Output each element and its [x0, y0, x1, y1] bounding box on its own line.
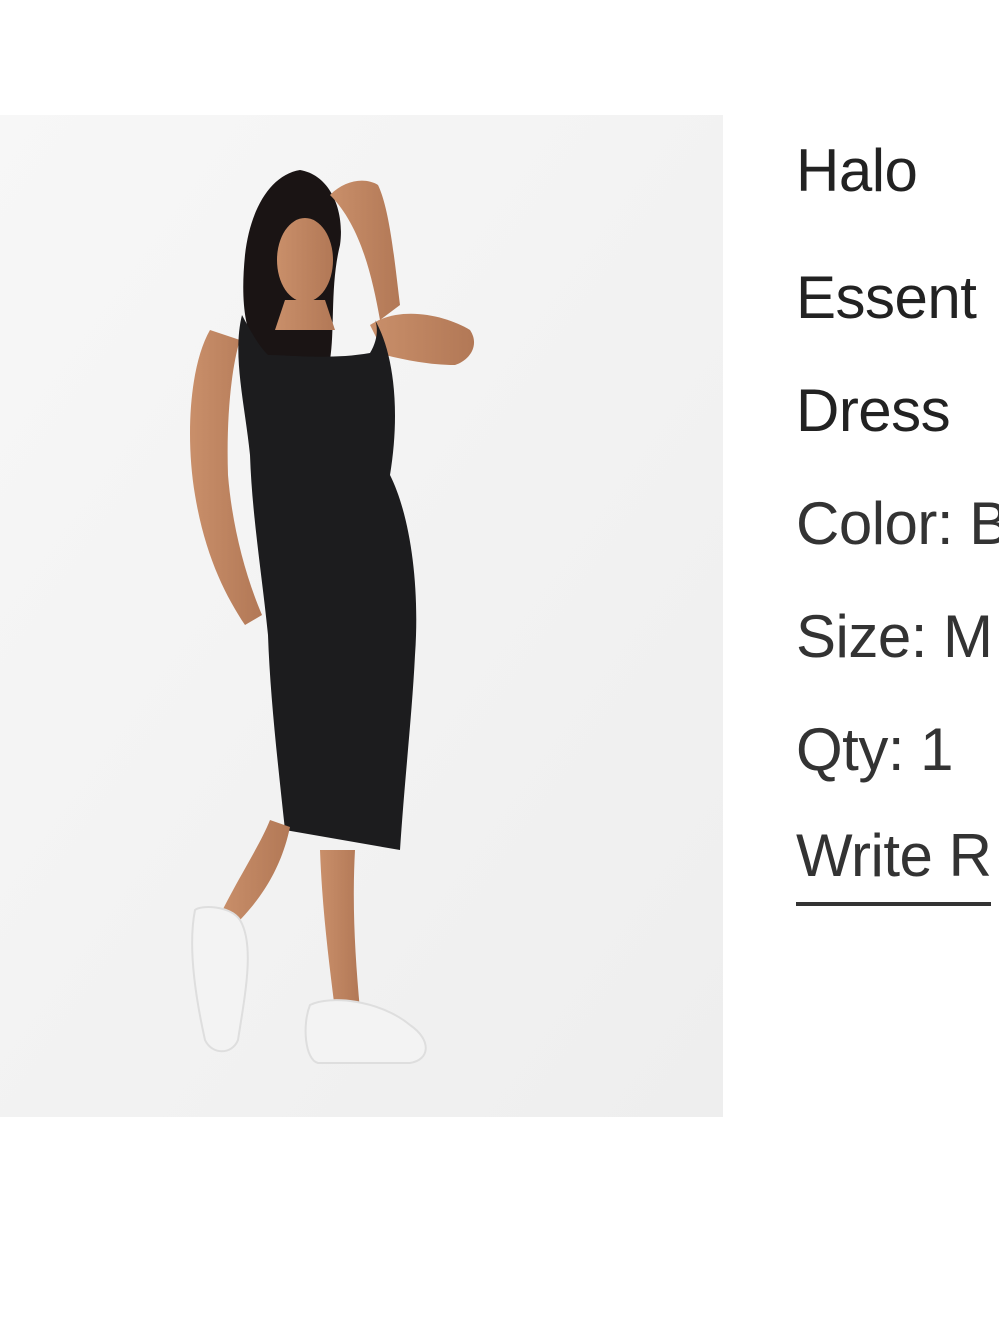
product-color: Color: B: [796, 490, 999, 557]
product-quantity: Qty: 1: [796, 716, 954, 783]
product-details: Halo Essent Dress Color: B Size: M Qty: …: [796, 128, 999, 906]
product-size: Size: M: [796, 603, 993, 670]
product-title-line-2: Essent: [796, 264, 977, 331]
product-image[interactable]: [0, 115, 723, 1117]
product-title-line-3: Dress: [796, 377, 951, 444]
write-review-link[interactable]: Write R: [796, 820, 992, 906]
product-title-line-1: Halo: [796, 137, 918, 204]
model-black-dress-photo: [0, 115, 723, 1117]
